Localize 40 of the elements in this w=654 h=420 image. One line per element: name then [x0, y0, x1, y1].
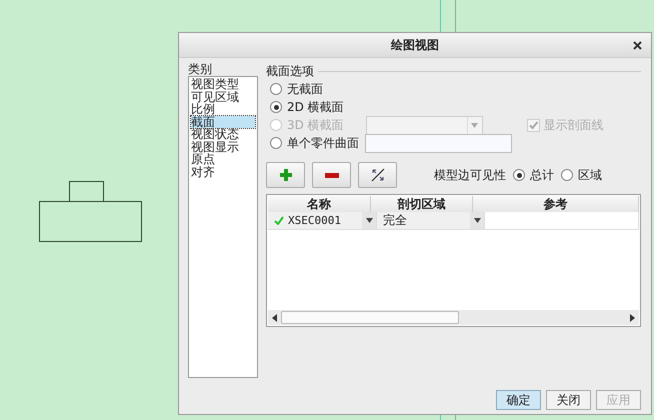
- category-label: 类别: [188, 62, 213, 76]
- category-item[interactable]: 比例: [191, 103, 255, 116]
- radio-option[interactable]: 区域: [561, 166, 602, 184]
- category-item[interactable]: 视图类型: [191, 78, 255, 90]
- minus-icon: [324, 172, 338, 178]
- column-header: 参考: [473, 196, 639, 212]
- flip-icon: [370, 168, 384, 182]
- edge-visibility-label: 模型边可见性: [434, 166, 506, 184]
- category-item[interactable]: 截面: [191, 116, 255, 128]
- dialog-button[interactable]: 确定: [496, 390, 541, 410]
- table-cell[interactable]: 完全: [377, 212, 485, 230]
- column-header: 名称: [268, 196, 371, 212]
- category-item[interactable]: 视图显示: [191, 140, 255, 153]
- radio-option[interactable]: 总计: [513, 166, 554, 184]
- category-item[interactable]: 原点: [191, 153, 255, 166]
- close-icon[interactable]: [633, 41, 642, 50]
- remove-button[interactable]: [312, 162, 351, 188]
- dropdown-arrow-icon: [471, 122, 478, 128]
- scroll-right-icon[interactable]: [630, 314, 635, 322]
- category-item[interactable]: 视图状态: [191, 128, 255, 140]
- table-cell[interactable]: XSEC0001: [268, 212, 377, 230]
- add-button[interactable]: [266, 162, 305, 188]
- radio-option[interactable]: 无截面: [270, 80, 323, 98]
- flip-button[interactable]: [358, 162, 397, 188]
- table-cell[interactable]: [485, 212, 639, 230]
- dropdown-arrow-icon[interactable]: [474, 218, 480, 223]
- horizontal-scrollbar[interactable]: [268, 310, 639, 325]
- dialog-button[interactable]: 关闭: [546, 390, 591, 410]
- checkmark-icon: [528, 120, 539, 130]
- section-options-label: 截面选项: [266, 64, 314, 78]
- column-header: 剖切区域: [371, 196, 473, 212]
- dropdown-arrow-icon[interactable]: [366, 218, 372, 223]
- radio-option[interactable]: 单个零件曲面: [270, 134, 359, 152]
- radio-option[interactable]: 2D 横截面: [270, 98, 344, 116]
- category-item[interactable]: 可见区域: [191, 90, 255, 103]
- scroll-left-icon[interactable]: [272, 314, 277, 322]
- surface-input-field[interactable]: [365, 134, 512, 152]
- window-title: 绘图视图: [391, 36, 439, 54]
- category-item[interactable]: 对齐: [191, 166, 255, 178]
- plus-icon: [280, 169, 292, 181]
